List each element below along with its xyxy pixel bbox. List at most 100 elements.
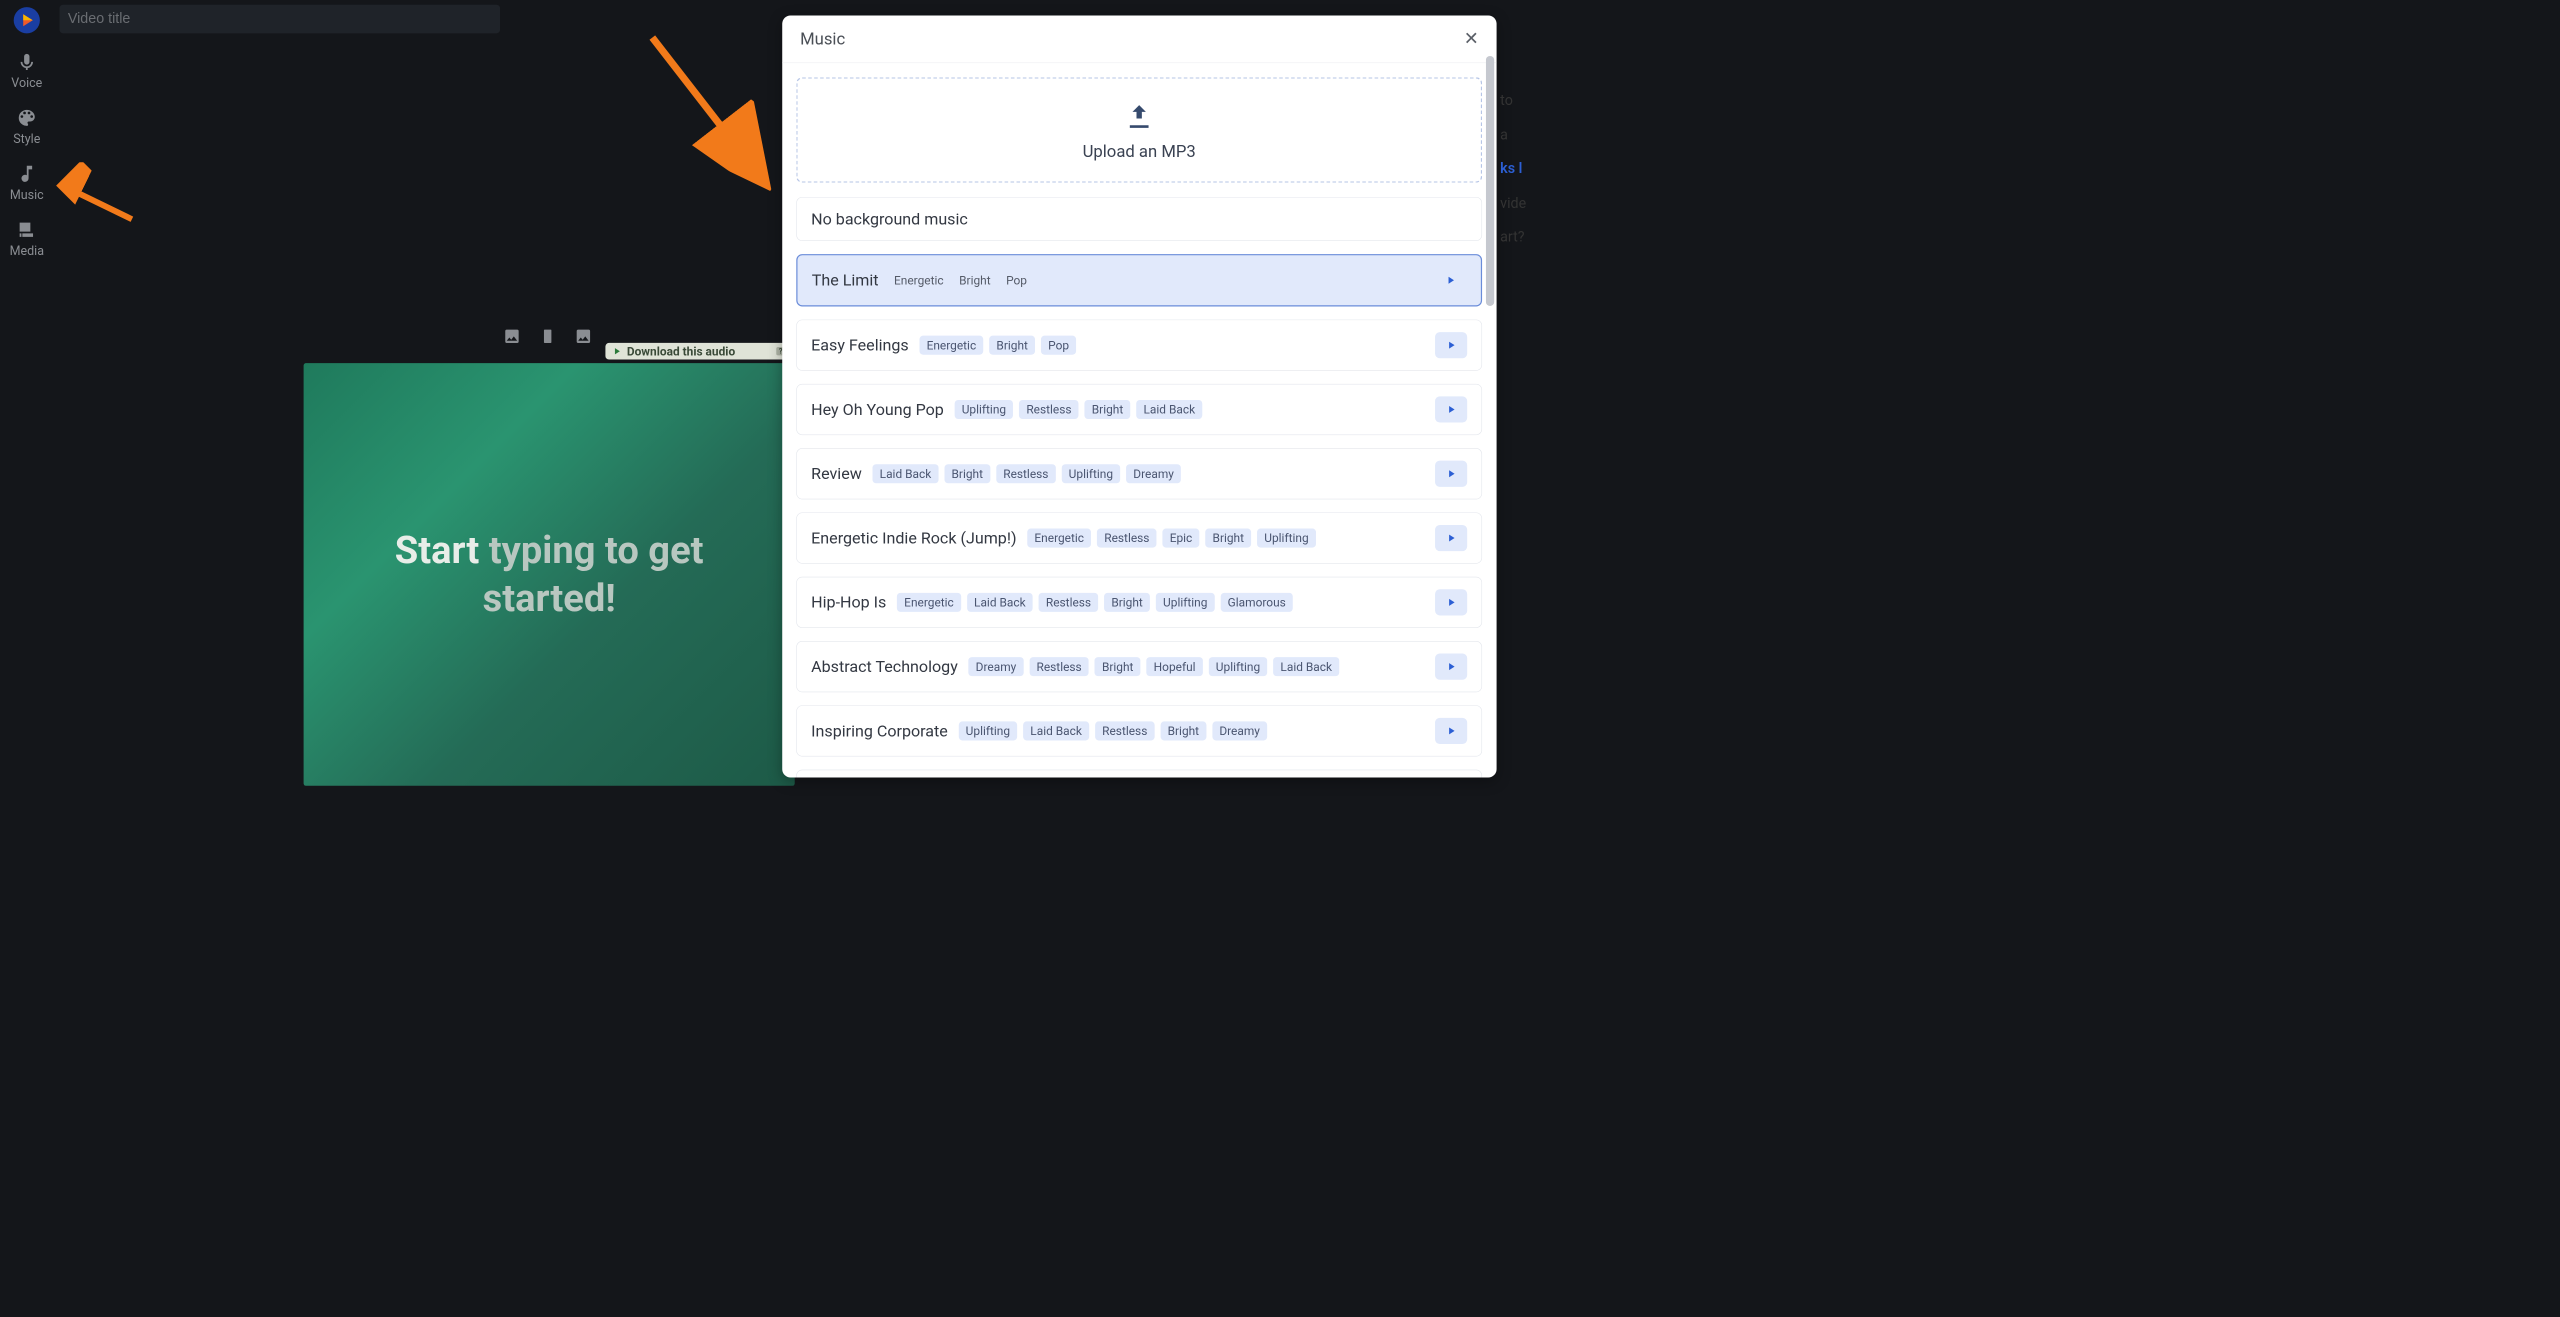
music-track-row[interactable]: Hey Oh Young Pop Uplifting Restless Bright L… xyxy=(797,384,1483,435)
upload-icon xyxy=(1123,101,1155,133)
play-button[interactable] xyxy=(1435,396,1467,422)
upload-mp3-box[interactable]: Upload an MP3 xyxy=(797,77,1483,182)
music-panel-title: Music xyxy=(800,29,845,49)
play-button[interactable] xyxy=(1435,654,1467,680)
track-tag: Bright xyxy=(1161,722,1207,741)
track-tag: Uplifting xyxy=(1156,593,1215,612)
play-icon xyxy=(1445,596,1457,608)
track-tags: Laid BackBrightRestlessUpliftingDreamy xyxy=(873,464,1182,483)
music-track-row[interactable]: ReviewLaid BackBrightRestlessUpliftingDr… xyxy=(797,448,1483,499)
track-tag: Restless xyxy=(1097,529,1156,548)
track-tag: Dreamy xyxy=(1212,722,1267,741)
music-track-row[interactable]: Easy Feelings Energetic Bright Pop xyxy=(797,320,1483,371)
play-button[interactable] xyxy=(1435,525,1467,551)
track-tag: Restless xyxy=(1019,400,1078,419)
track-title: Review xyxy=(811,464,862,483)
sidebar: Voice Style Music Media xyxy=(0,0,54,784)
sidebar-item-style[interactable]: Style xyxy=(13,107,40,146)
sidebar-item-label: Style xyxy=(13,132,40,146)
track-tag: Energetic xyxy=(1027,529,1091,548)
track-tag: Restless xyxy=(1095,722,1154,741)
track-title: Energetic Indie Rock (Jump!) xyxy=(811,529,1016,548)
music-track-row[interactable]: Street FoodLaid BackDreamyBrightRelaxing… xyxy=(797,770,1483,778)
close-button[interactable]: ✕ xyxy=(1464,29,1479,50)
track-tag: Laid Back xyxy=(1274,657,1340,676)
video-title-input[interactable] xyxy=(68,11,492,28)
sidebar-item-media[interactable]: Media xyxy=(10,219,44,258)
music-track-row[interactable]: Abstract TechnologyDreamyRestlessBrightH… xyxy=(797,641,1483,692)
play-icon xyxy=(1445,468,1457,480)
play-button[interactable] xyxy=(1435,461,1467,487)
scrollbar[interactable] xyxy=(1486,56,1494,306)
track-tag: Laid Back xyxy=(1137,400,1203,419)
track-tag: Dreamy xyxy=(969,657,1024,676)
music-track-row[interactable]: Inspiring Corporate Uplifting Laid Back Res… xyxy=(797,705,1483,756)
track-tag: Uplifting xyxy=(1062,464,1121,483)
play-icon xyxy=(1445,532,1457,544)
sidebar-item-label: Music xyxy=(10,188,44,202)
sidebar-item-music[interactable]: Music xyxy=(10,163,44,202)
track-tags: Energetic Bright Pop xyxy=(920,336,1077,355)
track-tag: Uplifting xyxy=(955,400,1014,419)
no-background-music-option[interactable]: No background music xyxy=(797,197,1483,241)
track-tags: EnergeticRestlessEpicBrightUplifting xyxy=(1027,529,1316,548)
music-panel: Music ✕ Upload an MP3 No background musi… xyxy=(782,15,1496,777)
track-tag: Uplifting xyxy=(959,722,1018,741)
obscured-right-panel: to a ks l vide art? xyxy=(1500,83,1524,254)
play-button[interactable] xyxy=(1435,267,1467,293)
image-portrait-icon[interactable] xyxy=(539,327,557,345)
app-logo[interactable] xyxy=(13,6,42,35)
play-icon xyxy=(611,346,622,357)
music-track-row[interactable]: The Limit EnergeticBrightPop xyxy=(797,254,1483,306)
play-icon xyxy=(1445,725,1457,737)
track-title: Hey Oh Young Pop xyxy=(811,400,944,419)
image-square-icon[interactable] xyxy=(574,327,592,345)
track-tag: Energetic xyxy=(889,271,948,290)
music-track-row[interactable]: Energetic Indie Rock (Jump!) Energetic Res… xyxy=(797,513,1483,564)
track-tags: EnergeticBrightPop xyxy=(889,271,1031,290)
track-tag: Hopeful xyxy=(1147,657,1203,676)
play-icon xyxy=(1445,404,1457,416)
video-canvas[interactable]: Start typing to get started! xyxy=(304,363,795,786)
track-title: Hip-Hop Is xyxy=(811,593,886,612)
sidebar-item-voice[interactable]: Voice xyxy=(11,51,42,90)
track-tags: Uplifting Restless Bright Laid Back xyxy=(955,400,1203,419)
track-title: The Limit xyxy=(812,271,879,290)
track-tag: Glamorous xyxy=(1221,593,1293,612)
track-title: Inspiring Corporate xyxy=(811,722,948,741)
track-tags: Uplifting Laid Back Restless Bright Dreamy xyxy=(959,722,1268,741)
upload-mp3-label: Upload an MP3 xyxy=(1083,142,1196,162)
microphone-icon xyxy=(16,51,37,72)
track-tag: Energetic xyxy=(897,593,961,612)
track-tag: Bright xyxy=(1104,593,1150,612)
track-tag: Pop xyxy=(1002,271,1032,290)
track-tag: Restless xyxy=(1030,657,1089,676)
music-panel-body: Upload an MP3 No background music The Li… xyxy=(782,63,1496,777)
canvas-placeholder-text: Start typing to get started! xyxy=(304,527,795,622)
track-tag: Bright xyxy=(1085,400,1131,419)
canvas-toolbar xyxy=(503,327,592,345)
media-icon xyxy=(16,219,37,240)
track-tag: Dreamy xyxy=(1126,464,1181,483)
track-tag: Bright xyxy=(1206,529,1252,548)
play-icon xyxy=(1445,274,1457,286)
track-tag: Pop xyxy=(1041,336,1076,355)
play-button[interactable] xyxy=(1435,332,1467,358)
no-music-label: No background music xyxy=(811,210,968,229)
image-landscape-icon[interactable] xyxy=(503,327,521,345)
play-button[interactable] xyxy=(1435,718,1467,744)
palette-icon xyxy=(16,107,37,128)
track-tag: Energetic xyxy=(920,336,984,355)
track-tag: Epic xyxy=(1163,529,1200,548)
track-tag: Bright xyxy=(990,336,1036,355)
music-note-icon xyxy=(16,163,37,184)
video-title-bar xyxy=(60,5,501,34)
music-track-row[interactable]: Hip-Hop IsEnergeticLaid BackRestlessBrig… xyxy=(797,577,1483,628)
download-audio-banner[interactable]: Download this audio ? X xyxy=(605,343,797,360)
play-icon xyxy=(1445,339,1457,351)
track-tag: Bright xyxy=(945,464,991,483)
play-button[interactable] xyxy=(1435,589,1467,615)
track-tag: Laid Back xyxy=(967,593,1033,612)
track-title: Easy Feelings xyxy=(811,336,909,355)
track-tag: Laid Back xyxy=(1023,722,1089,741)
